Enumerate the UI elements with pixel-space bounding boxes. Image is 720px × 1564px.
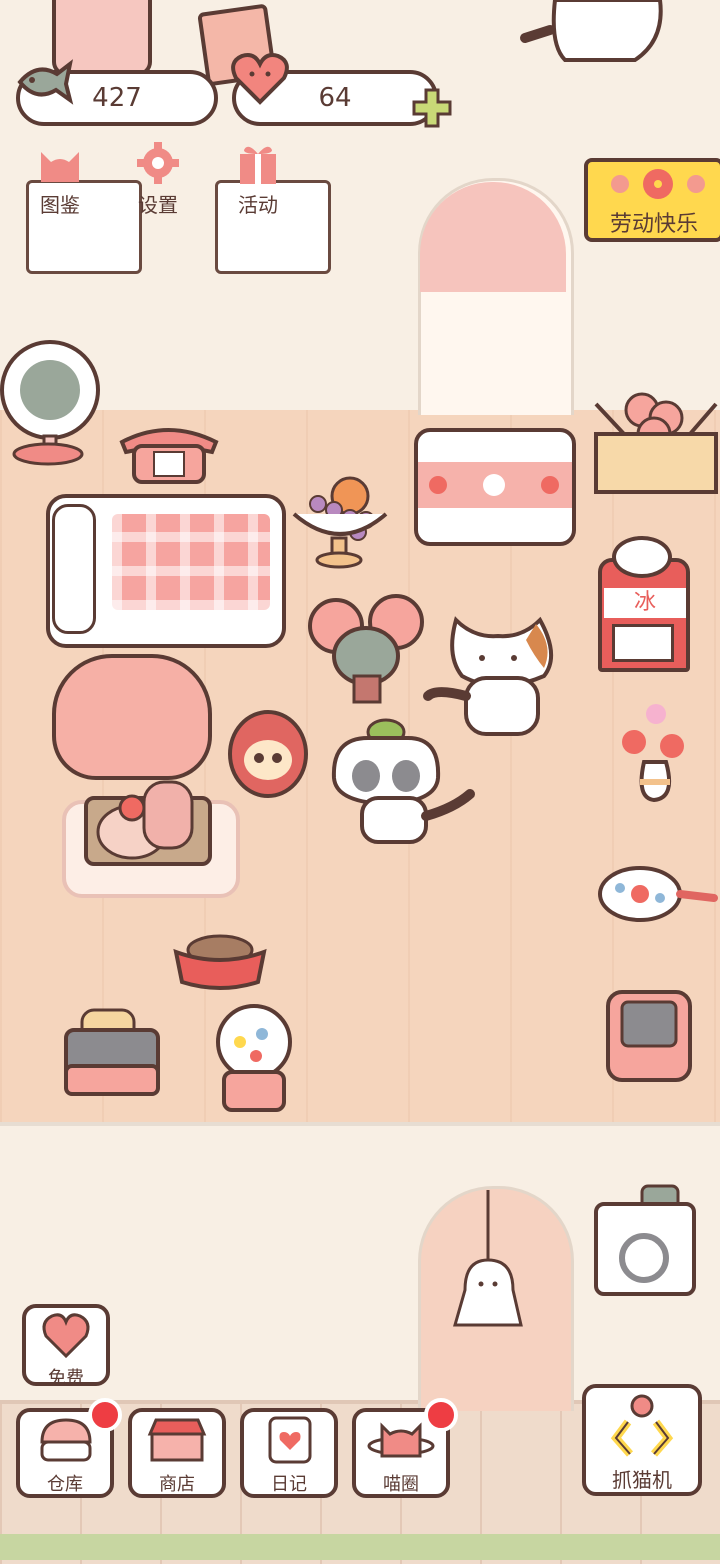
gift-icon (240, 146, 276, 184)
nav-warehouse-label: 仓库 (47, 1474, 83, 1495)
heart-face-icon (42, 1313, 90, 1359)
storage-jar-icon (40, 1418, 92, 1462)
telephone-icon[interactable] (118, 418, 220, 486)
bed-pillow (52, 504, 96, 634)
hand-fan-icon[interactable] (598, 864, 718, 926)
peach-box-icon[interactable] (594, 392, 720, 496)
bean-bag[interactable] (52, 654, 212, 780)
cat-head-icon (41, 152, 79, 182)
diary-icon (268, 1416, 312, 1464)
menu-settings-label: 设置 (138, 193, 178, 217)
flower-icon (611, 169, 705, 199)
ice-machine-top (612, 536, 672, 578)
claw-icon (610, 1394, 674, 1457)
ghost-ornament-icon (453, 1190, 523, 1327)
menu-collection-button[interactable]: 图鉴 (16, 142, 104, 218)
cat-circle-notification-badge (424, 1398, 458, 1432)
claw-machine-label: 抓猫机 (612, 1468, 672, 1492)
shaved-ice-sign: 冰 (604, 588, 686, 618)
shop-icon (147, 1418, 207, 1462)
flower-vase-icon[interactable] (616, 702, 692, 803)
warehouse-notification-badge (88, 1398, 122, 1432)
nav-diary-label: 日记 (271, 1474, 307, 1495)
cat-food-bowl-icon[interactable] (172, 928, 268, 992)
bed-blanket (112, 514, 270, 610)
washing-machine-icon[interactable] (594, 1184, 698, 1298)
menu-settings-button[interactable]: 设置 (114, 142, 202, 218)
mouse-plush-icon[interactable] (306, 594, 428, 708)
event-banner-label: 劳动快乐 (609, 212, 698, 237)
fan-icon[interactable] (0, 340, 104, 466)
daruma-icon[interactable] (226, 708, 310, 798)
strawberry-cake-icon[interactable] (94, 772, 204, 862)
rice-cooker-icon[interactable] (604, 988, 694, 1084)
add-hearts-button[interactable] (410, 86, 454, 130)
gumball-machine-icon[interactable] (210, 1004, 300, 1114)
gear-icon (137, 142, 179, 184)
flower-pattern-icon (429, 474, 559, 496)
ice-machine-window (612, 624, 674, 662)
heart-currency-icon (231, 53, 289, 105)
siamese-cat-icon[interactable] (520, 0, 670, 75)
fish-count: 427 (92, 83, 142, 113)
free-reward-label: 免费 (48, 1368, 84, 1389)
menu-collection-label: 图鉴 (40, 193, 80, 217)
nav-shop-label: 商店 (159, 1474, 195, 1495)
grass-strip (0, 1534, 720, 1560)
fish-icon (17, 59, 74, 105)
nav-cat-circle-label: 喵圈 (383, 1474, 419, 1495)
heart-count: 64 (318, 83, 352, 113)
menu-events-button[interactable]: 活动 (214, 142, 302, 218)
cat-planet-icon (367, 1422, 435, 1458)
gray-cat-with-leaf-icon[interactable] (328, 718, 480, 846)
fruit-bowl-icon[interactable] (290, 474, 390, 572)
menu-events-label: 活动 (238, 193, 278, 217)
toaster-icon[interactable] (62, 1006, 172, 1100)
